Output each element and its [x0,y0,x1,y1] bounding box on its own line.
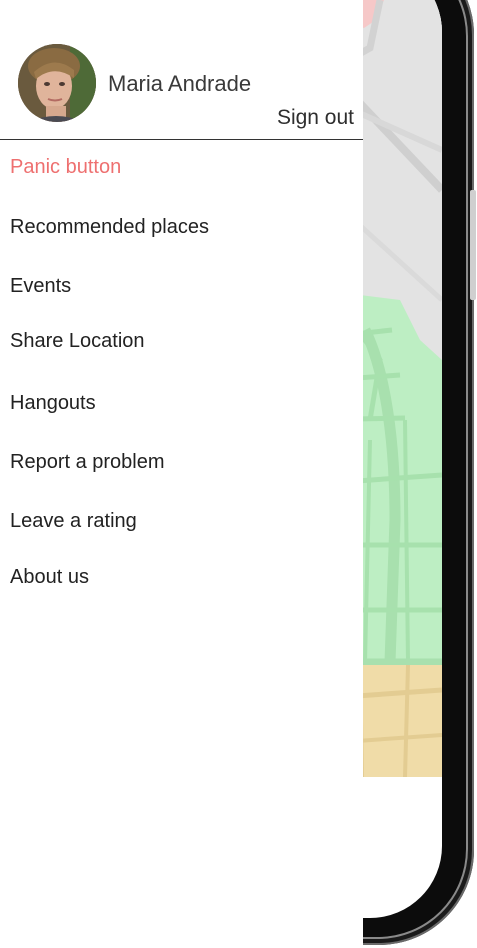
phone-side-button [470,190,476,300]
user-photo [18,44,96,122]
menu-item-hangouts[interactable]: Hangouts [10,392,96,415]
user-name: Maria Andrade [108,71,252,96]
profile-header: Maria Andrade Sign out [0,0,363,140]
menu-item-leave-rating[interactable]: Leave a rating [10,510,137,533]
avatar[interactable] [18,44,96,122]
menu-item-recommended-places[interactable]: Recommended places [10,216,209,239]
sign-out-link[interactable]: Sign out [277,106,354,130]
navigation-drawer: Maria Andrade Sign out Panic button Reco… [0,0,363,948]
menu-item-about-us[interactable]: About us [10,566,89,589]
menu-item-events[interactable]: Events [10,275,71,298]
menu-item-report-problem[interactable]: Report a problem [10,451,165,474]
menu-item-panic-button[interactable]: Panic button [10,156,121,179]
app-frame: Maria Andrade Sign out Panic button Reco… [0,0,477,948]
menu-item-share-location[interactable]: Share Location [10,330,145,353]
